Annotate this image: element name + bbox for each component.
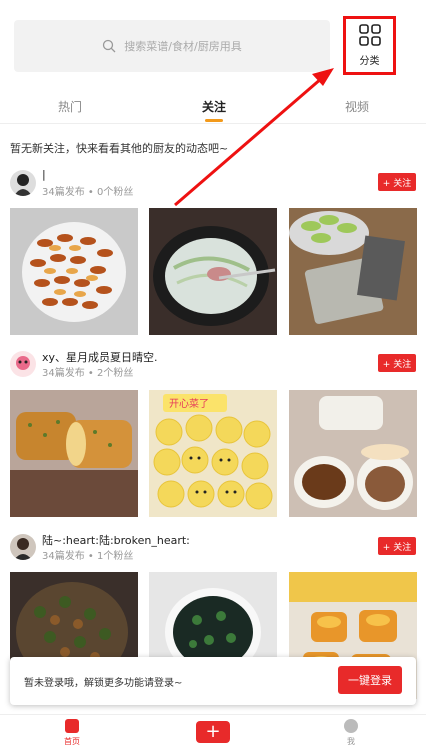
user-name[interactable]: 陆~:heart:陆:broken_heart: (42, 532, 190, 548)
tab-home[interactable]: 首页 (60, 719, 84, 747)
tab-me-label: 我 (347, 737, 355, 746)
user-row[interactable]: | 34篇发布 • 0个粉丝 + 关注 (10, 168, 416, 208)
follow-button[interactable]: + 关注 (378, 173, 416, 191)
header: 搜索菜谱/食材/厨房用具 分类 (0, 0, 426, 88)
avatar[interactable] (10, 351, 36, 377)
search-bar[interactable]: 搜索菜谱/食材/厨房用具 (14, 20, 330, 72)
home-icon (65, 719, 79, 733)
user-name[interactable]: | (42, 168, 46, 181)
avatar[interactable] (10, 170, 36, 196)
post-image-pan[interactable] (149, 208, 277, 335)
user-stats: 34篇发布 • 2个粉丝 (42, 368, 134, 379)
bottom-tab-bar: 首页 + 我 (0, 714, 426, 750)
tab-video[interactable]: 视频 (345, 98, 369, 115)
user-name[interactable]: xy、星月成员夏日晴空. (42, 349, 158, 365)
post-image-stew[interactable] (289, 390, 417, 517)
profile-icon (344, 719, 358, 733)
tab-follow[interactable]: 关注 (202, 98, 226, 115)
grid-icon (358, 24, 381, 46)
tab-home-label: 首页 (64, 737, 80, 746)
user-row[interactable]: xy、星月成员夏日晴空. 34篇发布 • 2个粉丝 + 关注 (10, 349, 416, 389)
tab-me[interactable]: 我 (340, 719, 362, 747)
search-placeholder: 搜索菜谱/食材/厨房用具 (124, 40, 242, 53)
empty-follow-notice: 暂无新关注，快来看看其他的厨友的动态吧~ (10, 142, 229, 155)
avatar[interactable] (10, 534, 36, 560)
feed-tabs: 热门 关注 视频 (0, 88, 426, 124)
login-prompt-banner: 暂未登录哦，解锁更多功能请登录~ 一键登录 (10, 657, 416, 705)
login-prompt-text: 暂未登录哦，解锁更多功能请登录~ (24, 678, 183, 689)
user-stats: 34篇发布 • 0个粉丝 (42, 187, 134, 198)
category-button[interactable]: 分类 (343, 16, 396, 75)
active-tab-indicator (205, 119, 223, 122)
follow-button[interactable]: + 关注 (378, 537, 416, 555)
post-image-tofu[interactable] (289, 208, 417, 335)
follow-feed[interactable]: 暂无新关注，快来看看其他的厨友的动态吧~ | 34篇发布 • 0个粉丝 + 关注 (0, 124, 426, 714)
category-label: 分类 (359, 56, 380, 67)
tab-hot[interactable]: 热门 (58, 98, 82, 115)
post-image-almonds[interactable] (10, 208, 138, 335)
publish-button[interactable]: + (196, 721, 230, 743)
user-row[interactable]: 陆~:heart:陆:broken_heart: 34篇发布 • 1个粉丝 + … (10, 532, 416, 572)
user-stats: 34篇发布 • 1个粉丝 (42, 551, 134, 562)
search-icon (103, 39, 116, 53)
smile-caption: 开心菜了 (169, 398, 209, 410)
post-image-smiley-cookies[interactable]: 开心菜了 (149, 390, 277, 517)
one-click-login-button[interactable]: 一键登录 (338, 666, 402, 694)
post-image-bread[interactable] (10, 390, 138, 517)
follow-button[interactable]: + 关注 (378, 354, 416, 372)
